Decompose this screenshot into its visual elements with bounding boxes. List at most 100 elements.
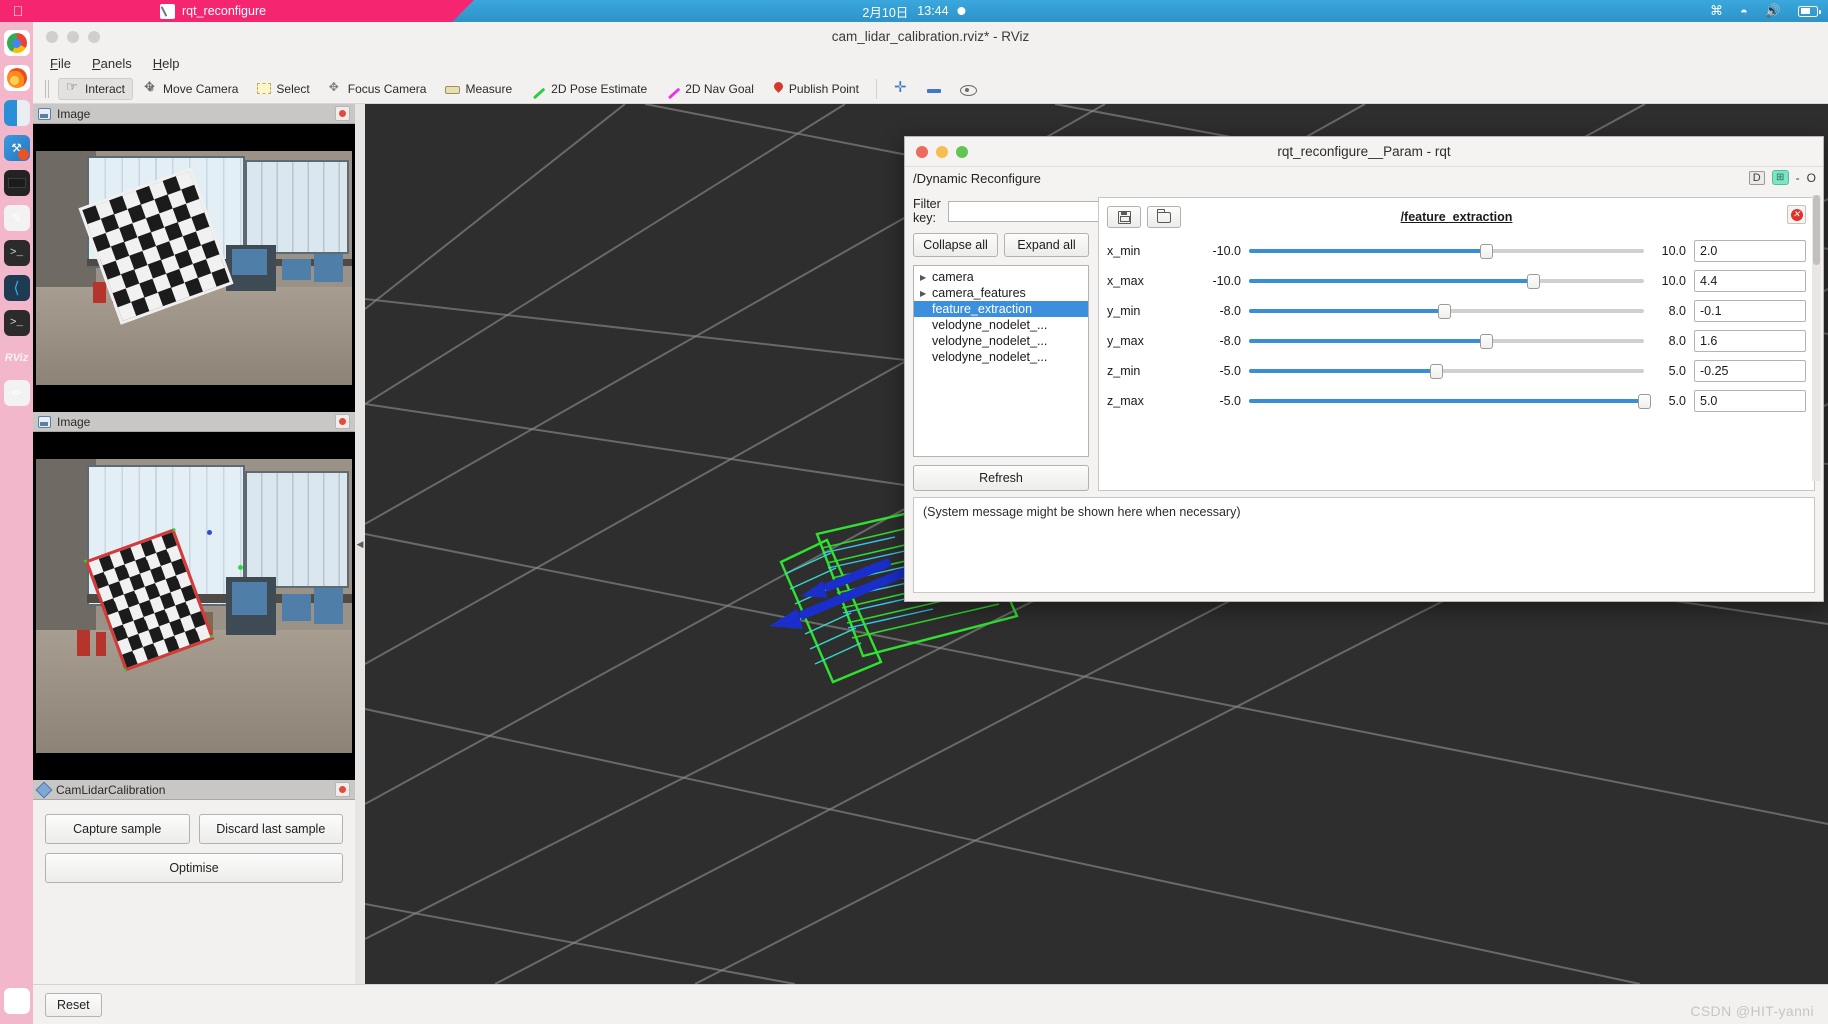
slider-knob[interactable] <box>1480 244 1493 259</box>
rviz-window-controls[interactable] <box>46 31 100 43</box>
expand-all-button[interactable]: Expand all <box>1004 233 1089 257</box>
panel-header[interactable]: Image <box>33 104 355 124</box>
toolbar-grip[interactable] <box>45 80 51 98</box>
panel-collapse-handle[interactable]: ◀ <box>355 104 365 984</box>
tree-item-label: velodyne_nodelet_... <box>932 318 1047 332</box>
rqt-plugin-window-buttons: D ⊞ - O <box>1749 170 1816 185</box>
param-value-input[interactable]: 4.4 <box>1694 270 1806 292</box>
param-row-x-max: x_max -10.0 10.0 4.4 <box>1107 266 1806 296</box>
param-value-input[interactable]: 2.0 <box>1694 240 1806 262</box>
slider-knob[interactable] <box>1438 304 1451 319</box>
dock-button[interactable]: D <box>1749 171 1765 185</box>
command-icon[interactable]: ⌘ <box>1710 3 1723 19</box>
param-value-input[interactable]: 1.6 <box>1694 330 1806 352</box>
menu-help[interactable]: Help <box>153 56 180 71</box>
scrollbar-thumb[interactable] <box>1813 195 1820 265</box>
parameter-group-title: /feature_extraction <box>1401 210 1513 224</box>
open-config-button[interactable] <box>1147 206 1181 228</box>
visibility-button[interactable] <box>952 78 983 99</box>
dock-item-monitor[interactable] <box>4 170 30 196</box>
minimize-button[interactable]: - <box>1796 171 1800 185</box>
dock-item-ros[interactable]: ⚒ <box>4 135 30 161</box>
param-slider[interactable] <box>1249 302 1644 320</box>
maximize-button[interactable]: O <box>1807 171 1816 185</box>
tool-focus-camera[interactable]: Focus Camera <box>321 78 435 100</box>
param-slider[interactable] <box>1249 332 1644 350</box>
rqt-maximize-button[interactable] <box>956 146 968 158</box>
tree-item-feature-extraction[interactable]: ▶ feature_extraction <box>914 301 1088 317</box>
dock-item-firefox[interactable] <box>4 65 30 91</box>
capture-sample-button[interactable]: Capture sample <box>45 814 190 844</box>
tool-2d-pose-estimate[interactable]: 2D Pose Estimate <box>523 78 655 100</box>
tree-item-camera-features[interactable]: ▶ camera_features <box>914 285 1088 301</box>
close-window-button[interactable] <box>46 31 58 43</box>
tool-measure[interactable]: Measure <box>437 78 520 100</box>
refresh-button[interactable]: Refresh <box>913 465 1089 491</box>
remove-tool-button[interactable] <box>919 80 949 97</box>
rqt-close-button[interactable] <box>916 146 928 158</box>
param-row-z-max: z_max -5.0 5.0 5.0 <box>1107 386 1806 416</box>
slider-knob[interactable] <box>1527 274 1540 289</box>
menubar-clock[interactable]: 2月10日 13:44 <box>862 2 965 21</box>
menu-file[interactable]: File <box>50 56 71 71</box>
tool-publish-point[interactable]: Publish Point <box>765 78 867 100</box>
slider-knob[interactable] <box>1638 394 1651 409</box>
optimise-button[interactable]: Optimise <box>45 853 343 883</box>
dock-item-finder[interactable] <box>4 100 30 126</box>
panel-close-button[interactable] <box>335 106 350 121</box>
tree-item-camera[interactable]: ▶ camera <box>914 269 1088 285</box>
slider-fill <box>1249 399 1644 403</box>
rqt-minimize-button[interactable] <box>936 146 948 158</box>
param-slider[interactable] <box>1249 272 1644 290</box>
panel-close-button[interactable] <box>335 782 350 797</box>
slider-knob[interactable] <box>1480 334 1493 349</box>
dock-item-show-apps[interactable] <box>4 988 30 1014</box>
camera-image-view-2[interactable] <box>33 432 355 780</box>
panel-header[interactable]: CamLidarCalibration <box>33 780 355 800</box>
wifi-icon[interactable]: ◓ <box>1740 4 1748 19</box>
dock-item-chrome[interactable] <box>4 30 30 56</box>
filter-input[interactable] <box>948 201 1113 222</box>
parameter-scrollbar[interactable] <box>1812 195 1821 481</box>
apple-icon-overlay[interactable]:  <box>0 3 36 19</box>
dock-item-editor[interactable]: ✏ <box>4 380 30 406</box>
add-tool-button[interactable] <box>886 78 916 100</box>
dock-item-notes[interactable]: ✎ <box>4 205 30 231</box>
save-config-button[interactable] <box>1107 206 1141 228</box>
volume-icon[interactable]: 🔊 <box>1765 3 1781 19</box>
float-icon[interactable]: ⊞ <box>1772 170 1789 185</box>
dock-item-rviz[interactable]: RViz <box>4 345 30 371</box>
maximize-window-button[interactable] <box>88 31 100 43</box>
dock-item-terminal[interactable]: >_ <box>4 240 30 266</box>
collapse-all-button[interactable]: Collapse all <box>913 233 998 257</box>
discard-last-sample-button[interactable]: Discard last sample <box>199 814 344 844</box>
tree-item-velodyne-2[interactable]: ▶ velodyne_nodelet_... <box>914 333 1088 349</box>
param-slider[interactable] <box>1249 242 1644 260</box>
param-value-input[interactable]: -0.1 <box>1694 300 1806 322</box>
param-slider[interactable] <box>1249 392 1644 410</box>
param-min: -5.0 <box>1203 364 1241 378</box>
menu-panels[interactable]: Panels <box>92 56 132 71</box>
reset-button[interactable]: Reset <box>45 993 102 1017</box>
tool-label: Select <box>276 82 309 96</box>
tool-2d-nav-goal[interactable]: 2D Nav Goal <box>658 78 762 100</box>
tool-move-camera[interactable]: Move Camera <box>136 78 246 100</box>
dock-item-terminal-2[interactable]: >_ <box>4 310 30 336</box>
tool-select[interactable]: Select <box>249 78 317 100</box>
node-tree[interactable]: ▶ camera ▶ camera_features ▶ feature_ext… <box>913 265 1089 457</box>
param-value-input[interactable]: -0.25 <box>1694 360 1806 382</box>
minimize-window-button[interactable] <box>67 31 79 43</box>
rqt-window-controls[interactable] <box>916 146 968 158</box>
tool-interact[interactable]: Interact <box>58 78 133 100</box>
param-slider[interactable] <box>1249 362 1644 380</box>
slider-knob[interactable] <box>1430 364 1443 379</box>
battery-icon[interactable] <box>1798 6 1818 17</box>
panel-header[interactable]: Image <box>33 412 355 432</box>
parameter-panel-close-button[interactable]: ✕ <box>1787 205 1806 224</box>
param-value-input[interactable]: 5.0 <box>1694 390 1806 412</box>
tree-item-velodyne-3[interactable]: ▶ velodyne_nodelet_... <box>914 349 1088 365</box>
tree-item-velodyne-1[interactable]: ▶ velodyne_nodelet_... <box>914 317 1088 333</box>
camera-image-view-1[interactable] <box>33 124 355 412</box>
dock-item-vscode[interactable]: ⟨ <box>4 275 30 301</box>
panel-close-button[interactable] <box>335 414 350 429</box>
